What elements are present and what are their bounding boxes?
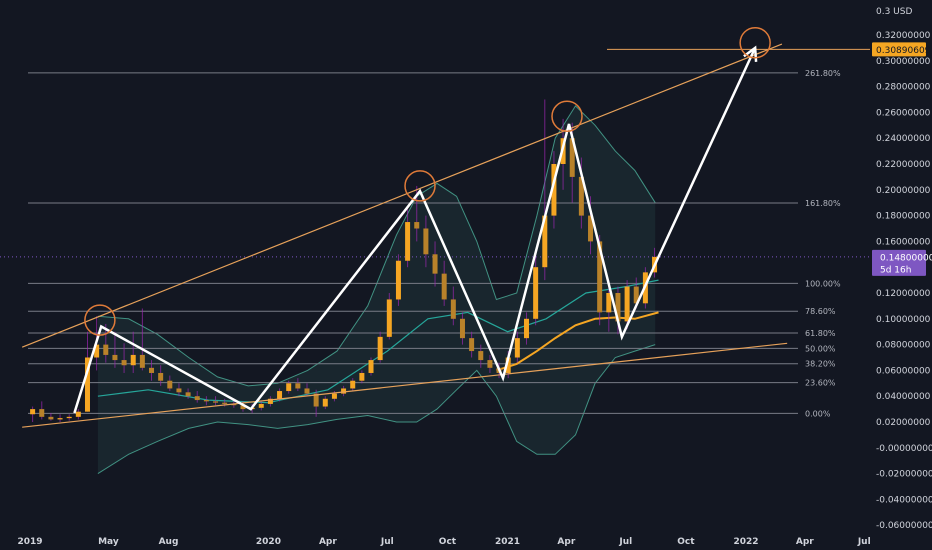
candle-body-32 <box>322 398 328 407</box>
current-price-countdown: 5d 16h <box>880 265 911 275</box>
candle-body-46 <box>450 299 456 319</box>
fib-label-5: 50.00% <box>805 344 836 353</box>
candle-body-48 <box>469 338 475 352</box>
x-tick-6: Oct <box>439 537 457 547</box>
candle-body-15 <box>167 380 173 389</box>
target-price-label: 0.30890609 <box>876 46 931 56</box>
x-tick-13: Jul <box>857 537 871 547</box>
y-tick-3: 0.28000000 <box>876 83 931 93</box>
candle-body-50 <box>487 360 493 368</box>
candle-body-49 <box>478 351 484 361</box>
candle-body-53 <box>514 338 520 358</box>
fib-label-2: 100.00% <box>805 279 841 288</box>
x-tick-2: Aug <box>159 537 179 547</box>
candle-body-10 <box>121 360 127 366</box>
candle-body-44 <box>432 254 438 274</box>
candle-body-29 <box>295 383 301 389</box>
x-tick-12: Apr <box>796 537 814 547</box>
current-price-label: 0.14800000 <box>880 253 932 263</box>
x-tick-1: May <box>98 537 119 547</box>
x-tick-7: 2021 <box>495 537 520 547</box>
candle-body-18 <box>194 396 200 401</box>
y-tick-14: 0.04000000 <box>876 392 931 402</box>
fib-label-3: 78.60% <box>805 307 836 316</box>
candle-body-35 <box>350 380 356 389</box>
candle-body-0 <box>30 409 36 415</box>
x-tick-5: Jul <box>380 537 394 547</box>
candle-body-19 <box>203 400 209 402</box>
y-tick-8: 0.18000000 <box>876 212 931 222</box>
x-tick-3: 2020 <box>256 537 281 547</box>
y-tick-6: 0.22000000 <box>876 160 931 170</box>
x-tick-4: Apr <box>319 537 337 547</box>
candle-body-20 <box>213 401 219 403</box>
fib-label-8: 0.00% <box>805 409 831 418</box>
candle-body-4 <box>66 416 72 419</box>
candle-body-65 <box>624 286 630 322</box>
candle-body-34 <box>341 388 347 394</box>
candle-body-40 <box>395 260 401 300</box>
y-tick-17: -0.02000000 <box>876 470 932 480</box>
candle-body-17 <box>185 392 191 397</box>
candle-body-27 <box>277 391 283 399</box>
candle-body-42 <box>414 222 420 229</box>
candle-body-11 <box>130 354 136 366</box>
candle-body-12 <box>139 354 145 368</box>
y-tick-4: 0.26000000 <box>876 108 931 118</box>
candle-body-55 <box>533 267 539 319</box>
y-tick-13: 0.06000000 <box>876 366 931 376</box>
x-tick-8: Apr <box>557 537 575 547</box>
candle-body-14 <box>158 372 164 381</box>
y-tick-19: -0.06000000 <box>876 521 932 531</box>
candle-body-2 <box>48 416 54 420</box>
candle-body-28 <box>286 383 292 392</box>
x-tick-10: Oct <box>677 537 695 547</box>
fib-label-7: 23.60% <box>805 379 836 388</box>
candle-body-30 <box>304 388 310 394</box>
candle-body-36 <box>359 372 365 381</box>
y-tick-5: 0.24000000 <box>876 134 931 144</box>
fib-label-6: 38.20% <box>805 360 836 369</box>
x-tick-11: 2022 <box>733 537 758 547</box>
fib-label-1: 161.80% <box>805 199 841 208</box>
price-chart[interactable]: 261.80% 161.80% 100.00% 78.60% 61.80% 50.00% 3… <box>0 0 932 550</box>
candle-body-1 <box>39 409 45 417</box>
y-tick-7: 0.20000000 <box>876 186 931 196</box>
y-tick-16: -0.00000000 <box>876 444 932 454</box>
candle-body-54 <box>523 318 529 339</box>
candle-body-25 <box>258 403 264 408</box>
candle-body-13 <box>149 367 155 373</box>
candle-body-16 <box>176 388 182 393</box>
candle-body-3 <box>57 418 63 420</box>
candle-body-37 <box>368 360 374 373</box>
y-tick-1: 0.32000000 <box>876 31 931 41</box>
y-tick-15: 0.02000000 <box>876 418 931 428</box>
fib-label-0: 261.80% <box>805 69 841 78</box>
candle-body-45 <box>441 273 447 300</box>
candle-body-5 <box>75 411 81 417</box>
candle-body-47 <box>459 318 465 339</box>
candle-body-9 <box>112 354 118 361</box>
fib-label-4: 61.80% <box>805 329 836 338</box>
y-tick-0: 0.3 USD <box>876 7 912 17</box>
y-tick-11: 0.10000000 <box>876 315 931 325</box>
candle-body-33 <box>331 393 337 399</box>
x-tick-9: Jul <box>618 537 632 547</box>
y-tick-12: 0.08000000 <box>876 341 931 351</box>
candle-body-41 <box>405 222 411 261</box>
y-tick-2: 0.30000000 <box>876 57 931 67</box>
candle-body-21 <box>222 402 228 404</box>
candle-body-38 <box>377 336 383 361</box>
y-tick-10: 0.12000000 <box>876 289 931 299</box>
candle-body-39 <box>386 299 392 337</box>
y-tick-18: -0.04000000 <box>876 495 932 505</box>
candle-body-43 <box>423 228 429 255</box>
x-tick-0: 2019 <box>17 537 42 547</box>
y-tick-9: 0.16000000 <box>876 237 931 247</box>
candle-body-8 <box>103 344 109 355</box>
